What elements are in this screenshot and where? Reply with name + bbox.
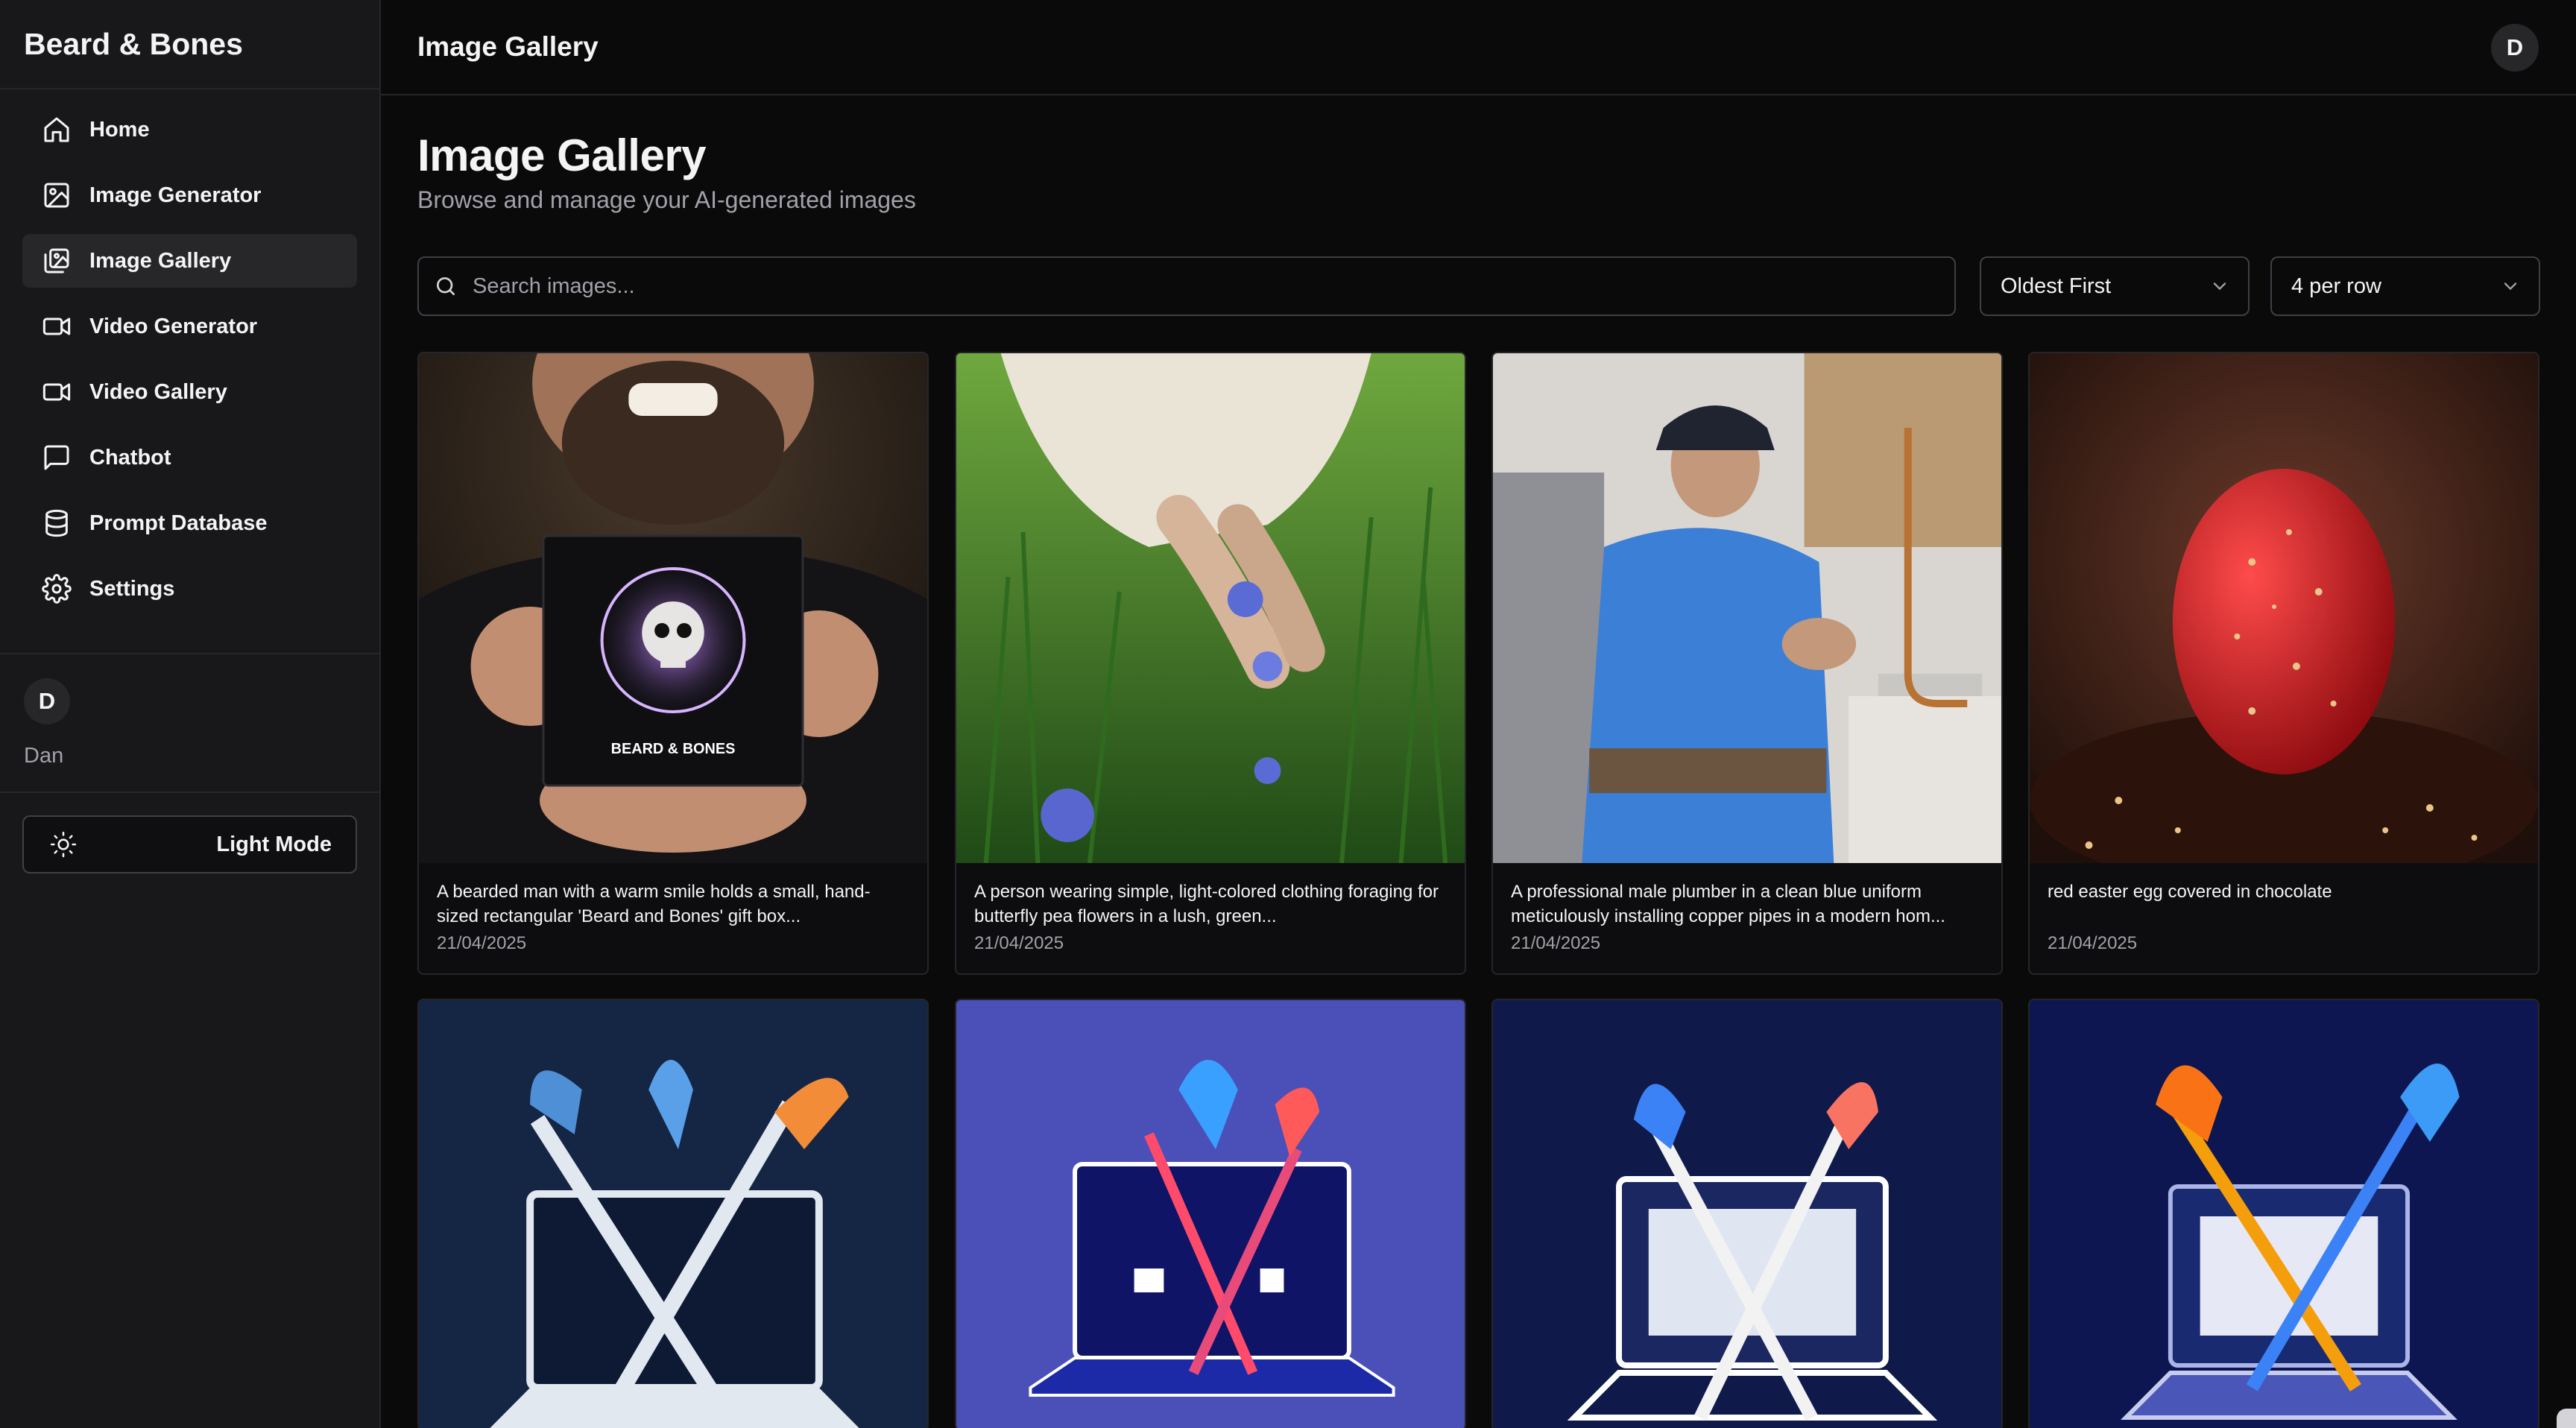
gallery-image[interactable]: BEARD & BONES [419, 353, 927, 863]
user-profile: D Dan [0, 653, 379, 792]
sidebar-item-label: Chatbot [89, 445, 171, 470]
sidebar-item-prompt-database[interactable]: Prompt Database [22, 496, 357, 550]
light-mode-button[interactable]: Light Mode [22, 815, 357, 873]
sidebar-item-video-generator[interactable]: Video Generator [22, 300, 357, 353]
top-bar: Image Gallery D [381, 0, 2576, 95]
card-meta: A bearded man with a warm smile holds a … [419, 863, 927, 973]
database-icon [45, 509, 68, 537]
gallery-card[interactable]: BEARD & BONES A bearded man with a warm … [417, 352, 929, 975]
sun-icon [50, 831, 77, 858]
sidebar-item-home[interactable]: Home [22, 103, 357, 157]
card-meta: red easter egg covered in chocolate 21/0… [2030, 863, 2538, 973]
image-description: A bearded man with a warm smile holds a … [437, 882, 871, 926]
sidebar-item-video-gallery[interactable]: Video Gallery [22, 365, 357, 419]
sidebar-item-label: Image Generator [89, 183, 262, 207]
gallery-icon [44, 248, 69, 274]
mode-toggle-container: Light Mode [0, 792, 379, 873]
sidebar-nav: Home Image Generator Image Gallery Video… [0, 89, 379, 616]
page-title: Image Gallery [417, 130, 707, 180]
light-mode-label: Light Mode [216, 832, 332, 856]
sidebar-item-image-generator[interactable]: Image Generator [22, 168, 357, 222]
gallery-card[interactable] [2028, 999, 2539, 1428]
gallery-image[interactable] [2030, 1000, 2538, 1428]
avatar[interactable]: D [24, 678, 70, 724]
avatar[interactable]: D [2491, 24, 2539, 72]
sidebar-item-chatbot[interactable]: Chatbot [22, 431, 357, 484]
chat-icon [44, 445, 69, 470]
search-input[interactable] [473, 274, 1889, 299]
image-date: 21/04/2025 [1511, 933, 1601, 953]
gallery-card[interactable] [955, 999, 1466, 1428]
image-description: red easter egg covered in chocolate [2048, 882, 2332, 902]
sidebar-item-label: Image Gallery [89, 248, 232, 273]
scrollbar[interactable] [2557, 1409, 2576, 1428]
sidebar-item-label: Video Gallery [89, 379, 227, 404]
sidebar-item-settings[interactable]: Settings [22, 562, 357, 616]
gallery-image[interactable] [2030, 353, 2538, 863]
sidebar-item-label: Video Generator [89, 314, 258, 338]
gallery-card[interactable]: red easter egg covered in chocolate 21/0… [2028, 352, 2539, 975]
video-icon [42, 317, 71, 335]
chevron-down-icon [2213, 282, 2226, 291]
chevron-down-icon [2504, 282, 2517, 291]
sidebar-item-label: Home [89, 117, 150, 142]
image-date: 21/04/2025 [437, 933, 527, 953]
image-date: 21/04/2025 [974, 933, 1064, 953]
gallery-image[interactable] [419, 1000, 927, 1428]
card-meta: A person wearing simple, light-colored c… [956, 863, 1465, 973]
per-row-select-value: 4 per row [2291, 274, 2381, 298]
card-meta: A professional male plumber in a clean b… [1493, 863, 2001, 973]
gallery-image[interactable] [1493, 1000, 2001, 1428]
gift-box-label: BEARD & BONES [611, 741, 736, 757]
image-icon [44, 183, 69, 208]
gear-icon [42, 574, 72, 604]
brand-name[interactable]: Beard & Bones [0, 0, 379, 89]
sidebar-item-image-gallery[interactable]: Image Gallery [22, 234, 357, 288]
sidebar-item-label: Prompt Database [89, 511, 268, 535]
gallery-image[interactable] [956, 1000, 1465, 1428]
home-icon [44, 117, 69, 142]
gallery-card[interactable]: A professional male plumber in a clean b… [1491, 352, 2003, 975]
user-name: Dan [24, 744, 64, 768]
sidebar: Beard & Bones Home Image Generator Image… [0, 0, 381, 1428]
topbar-title: Image Gallery [417, 31, 599, 62]
search-bar[interactable] [417, 256, 1956, 316]
gallery-image[interactable] [1493, 353, 2001, 863]
search-icon [437, 277, 455, 295]
sort-select-value: Oldest First [2001, 274, 2112, 298]
image-date: 21/04/2025 [2048, 933, 2138, 953]
sort-select[interactable]: Oldest First [1980, 256, 2250, 316]
video-icon [42, 383, 71, 401]
page-subtitle: Browse and manage your AI-generated imag… [417, 186, 916, 213]
gallery-card[interactable]: A person wearing simple, light-colored c… [955, 352, 1466, 975]
gallery-image[interactable] [956, 353, 1465, 863]
per-row-select[interactable]: 4 per row [2270, 256, 2540, 316]
image-description: A person wearing simple, light-colored c… [974, 882, 1439, 926]
gallery-card[interactable] [417, 999, 929, 1428]
sidebar-item-label: Settings [89, 576, 175, 601]
gallery-card[interactable] [1491, 999, 2003, 1428]
image-description: A professional male plumber in a clean b… [1511, 882, 1945, 926]
